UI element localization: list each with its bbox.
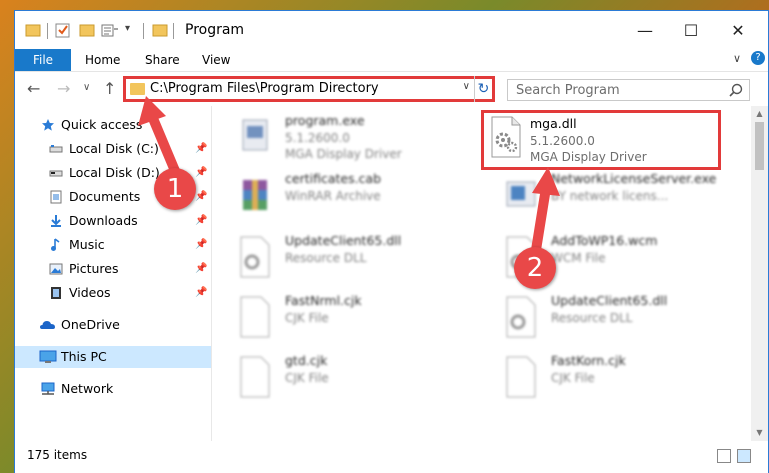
callout-1: 1 <box>154 168 196 210</box>
callout-2: 2 <box>514 247 556 289</box>
annotation-arrows <box>138 96 560 255</box>
